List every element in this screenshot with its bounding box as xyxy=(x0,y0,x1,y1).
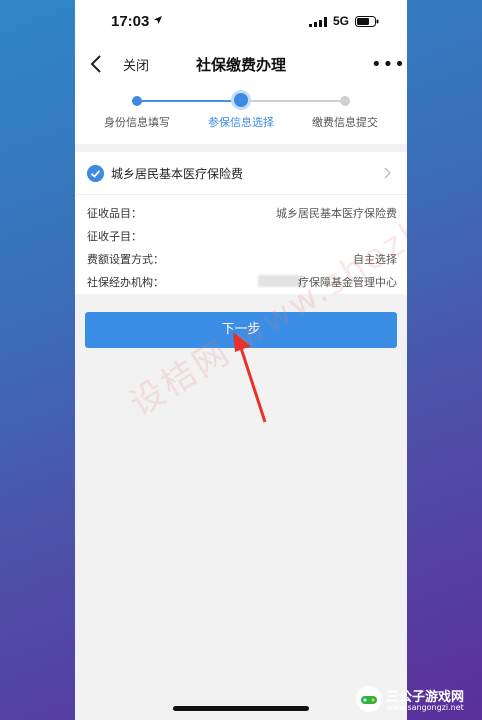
signal-icon xyxy=(309,17,327,27)
progress-steps: 身份信息填写 参保信息选择 缴费信息提交 xyxy=(75,84,407,144)
insurance-item-row[interactable]: 城乡居民基本医疗保险费 xyxy=(75,152,407,195)
step-label-3: 缴费信息提交 xyxy=(312,116,378,129)
brand-url: www.sangongzi.net xyxy=(386,703,464,712)
step-dot-1 xyxy=(132,96,142,106)
detail-key: 社保经办机构： xyxy=(87,276,164,289)
status-time: 17:03 xyxy=(111,13,150,30)
detail-key: 征收品目： xyxy=(87,207,142,220)
site-logo: 三公子游戏网 www.sangongzi.net xyxy=(356,686,480,718)
status-bar: 17:03 5G xyxy=(75,0,407,44)
step-dot-2-current xyxy=(234,93,248,107)
battery-icon xyxy=(355,16,379,27)
home-indicator xyxy=(173,706,309,711)
step-label-2: 参保信息选择 xyxy=(208,116,274,129)
phone-screen: 17:03 5G 关闭 社保缴费办理 ••• 身份信息填写 参保信息选择 缴费信… xyxy=(75,0,407,720)
page-title: 社保缴费办理 xyxy=(195,56,286,74)
more-menu-icon[interactable]: ••• xyxy=(371,54,406,75)
step-label-1: 身份信息填写 xyxy=(104,116,170,129)
network-type: 5G xyxy=(333,14,350,28)
step-dot-3 xyxy=(340,96,350,106)
detail-row: 征收品目： 城乡居民基本医疗保险费 xyxy=(87,205,397,225)
check-circle-icon[interactable] xyxy=(87,165,104,182)
detail-value: 城乡居民基本医疗保险费 xyxy=(276,207,397,220)
detail-key: 征收子目： xyxy=(87,230,142,243)
detail-key: 费额设置方式： xyxy=(87,253,164,266)
step-connector-pending xyxy=(241,100,345,102)
step-connector-done xyxy=(137,100,241,102)
location-arrow-icon xyxy=(154,16,162,24)
chevron-right-icon xyxy=(384,167,391,179)
insurance-item-label: 城乡居民基本医疗保险费 xyxy=(111,167,244,181)
game-controller-icon xyxy=(356,686,382,712)
nav-bar: 关闭 社保缴费办理 ••• xyxy=(75,44,407,84)
